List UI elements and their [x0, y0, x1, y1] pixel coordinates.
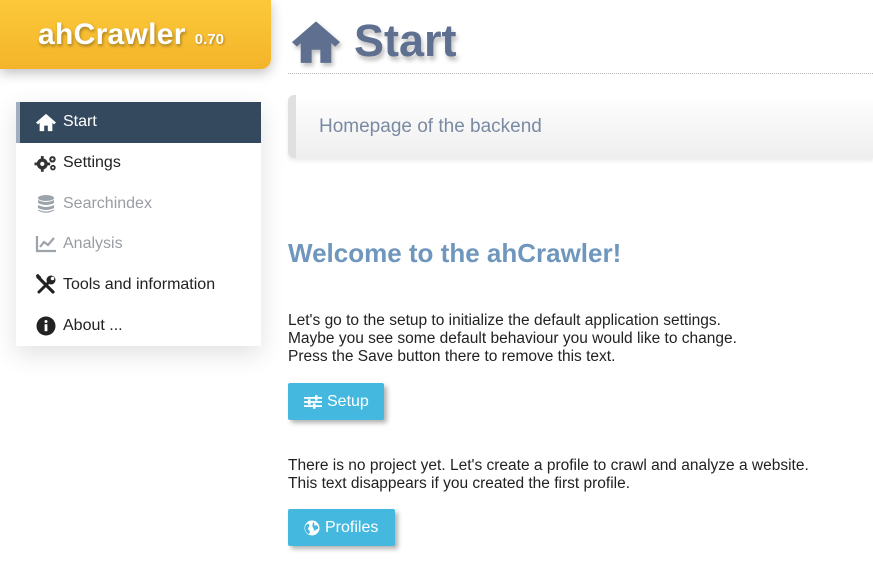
- gears-icon: [34, 152, 58, 174]
- page-subtitle: Homepage of the backend: [288, 95, 873, 158]
- sidebar-item-label: Start: [63, 113, 97, 131]
- setup-button[interactable]: Setup: [288, 383, 384, 420]
- home-icon: [34, 111, 58, 133]
- sidebar-item-label: Analysis: [63, 235, 123, 253]
- profile-description: There is no project yet. Let's create a …: [288, 457, 809, 493]
- database-icon: [34, 193, 58, 215]
- welcome-heading: Welcome to the ahCrawler!: [288, 238, 622, 268]
- sidebar-item-label: About ...: [63, 316, 123, 334]
- tools-icon: [34, 274, 58, 296]
- profile-text-line: This text disappears if you created the …: [288, 475, 631, 492]
- sidebar-nav: Start Settings Searchindex Analysis Tool…: [16, 102, 261, 347]
- profiles-button-label: Profiles: [325, 518, 379, 536]
- profiles-button[interactable]: Profiles: [288, 509, 395, 546]
- sidebar-item-start[interactable]: Start: [16, 102, 261, 143]
- chart-icon: [34, 233, 58, 255]
- sidebar-item-analysis[interactable]: Analysis: [16, 224, 261, 265]
- setup-description: Let's go to the setup to initialize the …: [288, 312, 737, 366]
- info-icon: [34, 315, 58, 337]
- page-title: Start: [354, 14, 457, 66]
- app-version: 0.70: [194, 31, 224, 48]
- globe-icon: [304, 520, 320, 536]
- app-name: ahCrawler: [38, 17, 186, 51]
- sidebar-item-label: Tools and information: [63, 276, 216, 294]
- setup-button-label: Setup: [327, 392, 369, 410]
- setup-text-line: Let's go to the setup to initialize the …: [288, 312, 721, 329]
- profile-text-line: There is no project yet. Let's create a …: [288, 457, 809, 474]
- setup-text-line: Press the Save button there to remove th…: [288, 348, 616, 365]
- sidebar-item-settings[interactable]: Settings: [16, 143, 261, 184]
- app-logo[interactable]: ahCrawler 0.70: [0, 0, 271, 69]
- sidebar-item-label: Searchindex: [63, 194, 152, 212]
- sliders-icon: [304, 394, 322, 409]
- home-icon: [292, 20, 340, 63]
- page-header: Start: [288, 8, 873, 74]
- setup-text-line: Maybe you see some default behaviour you…: [288, 330, 737, 347]
- sidebar-item-tools[interactable]: Tools and information: [16, 265, 261, 306]
- sidebar-item-searchindex[interactable]: Searchindex: [16, 183, 261, 224]
- sidebar-item-label: Settings: [63, 154, 121, 172]
- sidebar-item-about[interactable]: About ...: [16, 305, 261, 346]
